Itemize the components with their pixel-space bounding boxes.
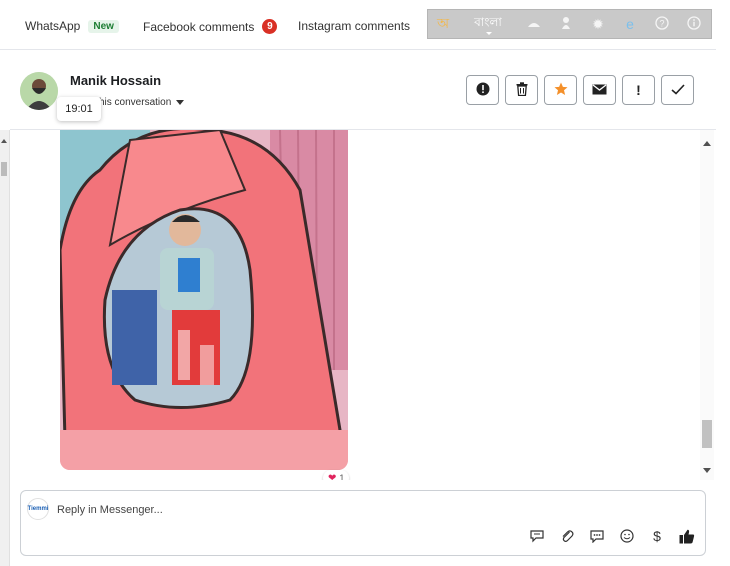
time-tooltip: 19:01 (57, 97, 101, 121)
page-logo: Tiemmi (27, 498, 49, 520)
heart-icon: ❤ (328, 472, 337, 481)
star-icon (554, 82, 568, 99)
message-thread[interactable]: ❤ 1 (10, 130, 716, 480)
scroll-up-arrow-icon[interactable] (1, 136, 7, 143)
info-icon[interactable] (678, 15, 710, 33)
message-template-icon[interactable] (589, 528, 605, 544)
keyboard-icon[interactable] (518, 16, 550, 32)
exclamation-icon: ! (636, 82, 641, 98)
emoji-icon[interactable] (619, 528, 635, 544)
check-icon (670, 82, 685, 98)
gear-icon[interactable]: ✹ (582, 16, 614, 33)
trash-icon (516, 81, 528, 99)
star-button[interactable] (544, 75, 577, 105)
envelope-icon (592, 82, 607, 98)
channel-tab-bar: WhatsApp New Facebook comments 9 Instagr… (0, 0, 716, 50)
thread-scrollbar[interactable] (700, 130, 714, 480)
assign-label: his conversation (99, 97, 172, 108)
report-spam-button[interactable] (466, 75, 499, 105)
reply-box: Tiemmi $ (20, 490, 706, 556)
left-scrollbar[interactable] (0, 130, 10, 566)
reaction-count: 1 (339, 473, 345, 480)
thumbs-up-icon[interactable] (679, 528, 695, 544)
new-badge: New (88, 19, 119, 33)
report-icon (476, 82, 490, 99)
delete-button[interactable] (505, 75, 538, 105)
reaction-badge[interactable]: ❤ 1 (323, 470, 350, 481)
tab-instagram-comments[interactable]: Instagram comments (298, 19, 410, 33)
tab-whatsapp[interactable]: WhatsApp New (25, 19, 119, 33)
scroll-up-arrow-icon[interactable] (703, 137, 711, 146)
user-avatar[interactable] (20, 72, 58, 110)
attachment-icon[interactable] (559, 528, 575, 544)
tab-label: WhatsApp (25, 19, 81, 33)
payment-dollar-icon[interactable]: $ (649, 528, 665, 544)
mark-unread-button[interactable] (583, 75, 616, 105)
user-name: Manik Hossain (70, 73, 162, 88)
conversation-header: Manik Hossain his conversation 19:01 ! (10, 50, 716, 130)
conversation-actions: ! (466, 75, 694, 105)
scroll-thumb[interactable] (702, 420, 712, 448)
tab-facebook-comments[interactable]: Facebook comments 9 (143, 19, 278, 34)
mark-done-button[interactable] (661, 75, 694, 105)
browser-icon[interactable]: e (614, 16, 646, 32)
app-window: WhatsApp New Facebook comments 9 Instagr… (0, 0, 730, 566)
chevron-down-icon (176, 100, 185, 109)
reply-toolbar: $ (529, 528, 695, 544)
unread-count-badge: 9 (262, 19, 278, 34)
reply-input[interactable] (57, 498, 457, 522)
bangla-script-toggle[interactable]: অ (428, 12, 458, 36)
scroll-thumb[interactable] (1, 162, 7, 176)
language-toolbar: অ বাংলা ✹ e ? (427, 9, 712, 39)
help-icon[interactable]: ? (646, 15, 678, 33)
tab-label: Instagram comments (298, 19, 411, 33)
language-selector[interactable]: বাংলা (458, 14, 518, 35)
tab-label: Facebook comments (143, 19, 255, 34)
message-photo[interactable] (60, 130, 348, 470)
flag-button[interactable]: ! (622, 75, 655, 105)
svg-text:?: ? (659, 18, 664, 28)
saved-replies-icon[interactable] (529, 528, 545, 544)
reply-zone: Tiemmi $ (10, 480, 716, 566)
scroll-down-arrow-icon[interactable] (703, 468, 711, 477)
avatar-settings-icon[interactable] (550, 16, 582, 33)
